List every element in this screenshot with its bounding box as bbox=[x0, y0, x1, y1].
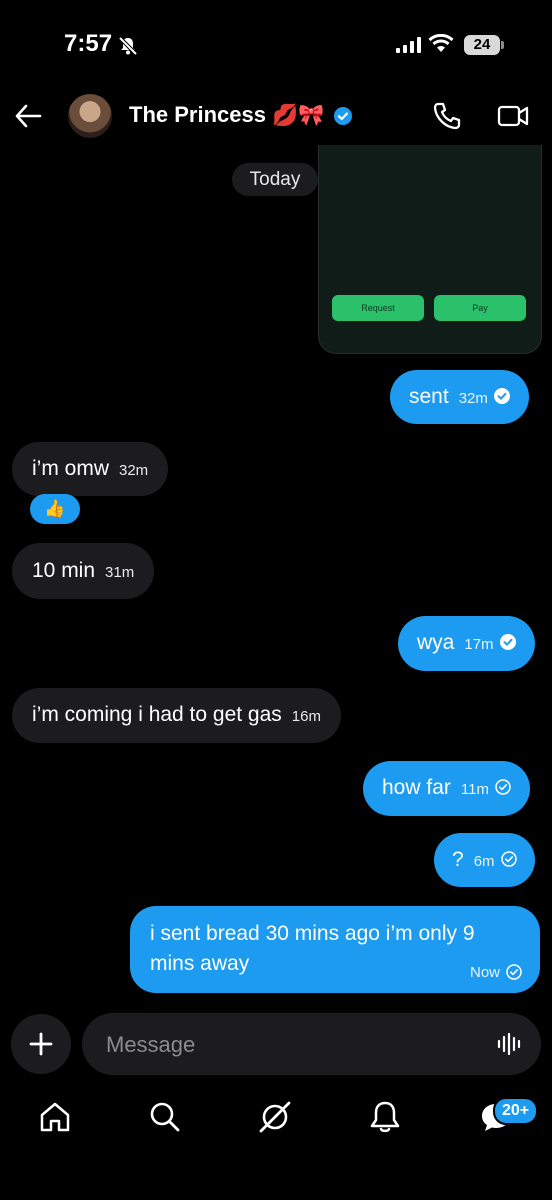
back-arrow-icon[interactable] bbox=[14, 103, 42, 129]
message-meta: Now bbox=[470, 963, 522, 983]
message-text: 10 min bbox=[32, 559, 96, 582]
lips-emoji: 💋 bbox=[272, 103, 299, 127]
message-time: 11m bbox=[460, 781, 489, 798]
video-call-icon[interactable] bbox=[497, 101, 529, 131]
message-time: 31m bbox=[105, 564, 135, 581]
message-text-line: mins away bbox=[150, 952, 250, 975]
message-time: 32m bbox=[119, 462, 149, 479]
search-icon[interactable] bbox=[147, 1099, 183, 1135]
contact-name[interactable]: The Princess 💋🎀 bbox=[129, 102, 324, 128]
battery-indicator: 24 bbox=[464, 35, 500, 55]
read-check-icon bbox=[499, 633, 516, 650]
message-bubble-outgoing[interactable]: wya 17m bbox=[398, 616, 535, 671]
plus-icon bbox=[29, 1032, 53, 1056]
message-time: 16m bbox=[291, 708, 321, 725]
message-time: 17m bbox=[464, 636, 494, 653]
message-text: i’m omw bbox=[32, 457, 109, 480]
message-input[interactable] bbox=[104, 1029, 488, 1061]
message-time: Now bbox=[469, 964, 500, 981]
pay-button[interactable]: Pay bbox=[434, 295, 526, 321]
grok-icon[interactable] bbox=[257, 1099, 293, 1135]
message-text: wya bbox=[417, 631, 455, 654]
cellular-signal-icon bbox=[396, 37, 421, 53]
message-bubble-incoming[interactable]: 10 min 31m bbox=[12, 543, 155, 599]
wifi-icon bbox=[428, 34, 454, 52]
bell-muted-icon bbox=[118, 36, 138, 56]
message-bubble-incoming[interactable]: i’m coming i had to get gas 16m bbox=[12, 688, 341, 743]
message-bubble-outgoing[interactable]: i sent bread 30 mins ago i’m only 9 mins… bbox=[130, 906, 540, 993]
message-field[interactable] bbox=[82, 1013, 541, 1075]
date-divider: Today bbox=[232, 163, 318, 196]
verified-badge-icon bbox=[334, 107, 352, 125]
read-check-icon bbox=[493, 387, 510, 404]
payment-card: Request Pay bbox=[318, 145, 542, 354]
message-bubble-outgoing[interactable]: sent 32m bbox=[390, 370, 529, 424]
voice-message-icon[interactable] bbox=[497, 1032, 523, 1056]
home-icon[interactable] bbox=[37, 1099, 73, 1135]
message-text-line: i sent bread 30 mins ago i’m only 9 bbox=[150, 922, 475, 945]
sent-check-icon bbox=[506, 963, 522, 980]
message-bubble-outgoing[interactable]: ? 6m bbox=[434, 833, 535, 887]
bow-emoji: 🎀 bbox=[298, 103, 325, 127]
battery-nub bbox=[501, 41, 504, 49]
message-time: 6m bbox=[473, 853, 495, 870]
avatar[interactable] bbox=[68, 94, 112, 138]
messages-badge: 20+ bbox=[493, 1097, 539, 1125]
message-bubble-outgoing[interactable]: how far 11m bbox=[363, 761, 530, 816]
sent-check-icon bbox=[500, 851, 517, 867]
message-bubble-incoming[interactable]: i’m omw 32m bbox=[12, 442, 169, 496]
notifications-icon[interactable] bbox=[367, 1099, 403, 1135]
message-text: sent bbox=[409, 385, 449, 408]
message-text: ? bbox=[452, 848, 464, 871]
add-attachment-button[interactable] bbox=[11, 1014, 71, 1074]
request-button[interactable]: Request bbox=[332, 295, 424, 321]
status-time: 7:57 bbox=[64, 30, 113, 57]
phone-call-icon[interactable] bbox=[432, 101, 462, 131]
sent-check-icon bbox=[495, 779, 511, 795]
thumbs-up-reaction[interactable]: 👍 bbox=[30, 494, 80, 524]
message-time: 32m bbox=[458, 390, 488, 407]
contact-name-text: The Princess bbox=[129, 102, 266, 127]
message-text: i’m coming i had to get gas bbox=[32, 703, 282, 726]
message-text: how far bbox=[382, 776, 451, 799]
